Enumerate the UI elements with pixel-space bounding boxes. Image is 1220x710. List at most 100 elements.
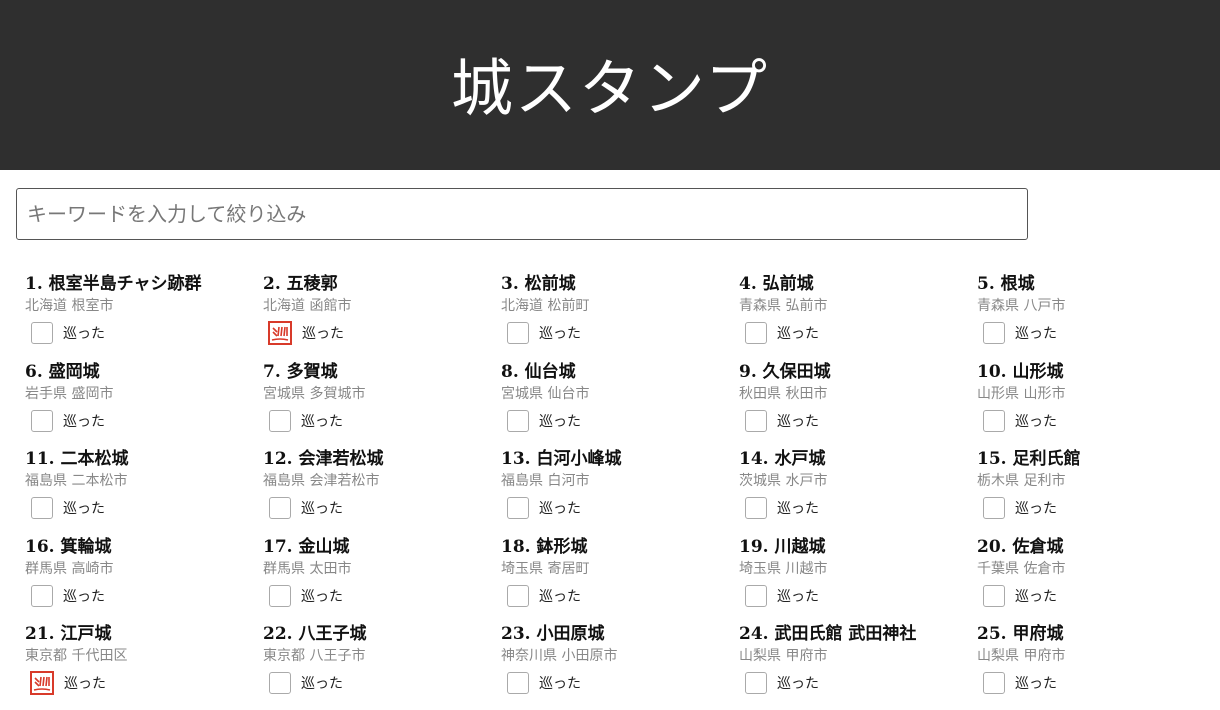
visited-checkbox[interactable] bbox=[983, 672, 1005, 694]
castle-number: 14. bbox=[739, 449, 769, 469]
visited-checkbox[interactable] bbox=[269, 672, 291, 694]
visited-toggle[interactable]: 巡った bbox=[25, 321, 263, 345]
visited-toggle[interactable]: 巡った bbox=[25, 409, 263, 433]
castle-name: 盛岡城 bbox=[48, 361, 100, 382]
visited-checkbox[interactable] bbox=[983, 584, 1005, 607]
castle-location: 福島県 白河市 bbox=[501, 473, 590, 489]
visited-toggle[interactable]: 巡った bbox=[501, 496, 739, 520]
castle-title: 7. 多賀城 bbox=[263, 360, 501, 384]
visited-toggle[interactable]: 巡った bbox=[263, 496, 501, 520]
castle-card: 2. 五稜郭 北海道 函館市 巡った bbox=[263, 272, 501, 360]
castle-number: 17. bbox=[263, 536, 293, 557]
visited-toggle[interactable]: 巡った bbox=[739, 584, 977, 608]
castle-location: 東京都 千代田区 bbox=[25, 648, 128, 664]
visited-checkbox[interactable] bbox=[269, 497, 291, 519]
visited-checkbox[interactable] bbox=[507, 322, 529, 344]
visited-label: 巡った bbox=[301, 588, 343, 605]
visited-checkbox[interactable] bbox=[269, 409, 291, 432]
visited-stamp-icon[interactable] bbox=[30, 671, 54, 695]
castle-number: 18. bbox=[501, 536, 531, 557]
visited-toggle[interactable]: 巡った bbox=[739, 496, 977, 520]
visited-toggle[interactable]: 巡った bbox=[501, 584, 739, 608]
castle-location: 群馬県 高崎市 bbox=[25, 560, 114, 577]
visited-toggle[interactable]: 巡った bbox=[977, 321, 1215, 345]
visited-checkbox[interactable] bbox=[31, 409, 53, 432]
visited-checkbox[interactable] bbox=[31, 497, 53, 519]
castle-card: 22. 八王子城 東京都 八王子市 巡った bbox=[263, 622, 501, 710]
castle-location: 福島県 会津若松市 bbox=[263, 473, 380, 489]
castle-number: 25. bbox=[977, 624, 1007, 644]
visited-checkbox[interactable] bbox=[745, 322, 767, 344]
visited-checkbox[interactable] bbox=[983, 497, 1005, 519]
castle-title: 5. 根城 bbox=[977, 272, 1215, 296]
castle-location: 千葉県 佐倉市 bbox=[977, 560, 1066, 577]
castle-number: 5. bbox=[977, 274, 995, 294]
visited-toggle[interactable]: 巡った bbox=[739, 321, 977, 345]
castle-number: 12. bbox=[263, 449, 293, 469]
visited-checkbox[interactable] bbox=[31, 584, 53, 607]
castle-name: 佐倉城 bbox=[1012, 536, 1064, 557]
search-input[interactable] bbox=[16, 188, 1028, 240]
visited-label: 巡った bbox=[539, 413, 581, 430]
castle-card: 1. 根室半島チャシ跡群 北海道 根室市 巡った bbox=[25, 272, 263, 360]
visited-checkbox[interactable] bbox=[983, 322, 1005, 344]
visited-toggle[interactable]: 巡った bbox=[25, 496, 263, 520]
visited-toggle[interactable]: 巡った bbox=[263, 321, 501, 345]
visited-checkbox[interactable] bbox=[745, 409, 767, 432]
visited-toggle[interactable]: 巡った bbox=[977, 671, 1215, 695]
castle-number: 8. bbox=[501, 361, 519, 382]
visited-toggle[interactable]: 巡った bbox=[977, 584, 1215, 608]
visited-checkbox[interactable] bbox=[745, 497, 767, 519]
visited-checkbox[interactable] bbox=[31, 322, 53, 344]
visited-checkbox[interactable] bbox=[507, 584, 529, 607]
visited-label: 巡った bbox=[302, 326, 344, 342]
castle-name: 川越城 bbox=[774, 536, 826, 557]
castle-name: 水戸城 bbox=[774, 449, 826, 469]
visited-checkbox[interactable] bbox=[507, 409, 529, 432]
visited-toggle[interactable]: 巡った bbox=[263, 671, 501, 695]
visited-toggle[interactable]: 巡った bbox=[263, 409, 501, 433]
castle-number: 9. bbox=[739, 361, 757, 382]
castle-card: 24. 武田氏館 武田神社 山梨県 甲府市 巡った bbox=[739, 622, 977, 710]
castle-title: 23. 小田原城 bbox=[501, 622, 739, 646]
visited-toggle[interactable]: 巡った bbox=[501, 321, 739, 345]
castle-name: 山形城 bbox=[1012, 361, 1064, 382]
castle-name: 武田氏館 武田神社 bbox=[774, 624, 917, 644]
visited-checkbox[interactable] bbox=[745, 672, 767, 694]
castle-name: 小田原城 bbox=[536, 624, 605, 644]
visited-stamp-icon[interactable] bbox=[268, 321, 292, 345]
visited-checkbox[interactable] bbox=[745, 584, 767, 607]
castle-title: 2. 五稜郭 bbox=[263, 272, 501, 296]
visited-toggle[interactable]: 巡った bbox=[25, 584, 263, 608]
visited-toggle[interactable]: 巡った bbox=[501, 409, 739, 433]
visited-checkbox[interactable] bbox=[269, 584, 291, 607]
visited-toggle[interactable]: 巡った bbox=[739, 671, 977, 695]
visited-checkbox[interactable] bbox=[507, 672, 529, 694]
castle-location: 山形県 山形市 bbox=[977, 385, 1066, 402]
castle-card: 4. 弘前城 青森県 弘前市 巡った bbox=[739, 272, 977, 360]
castle-card: 12. 会津若松城福島県 会津若松市巡った bbox=[263, 447, 501, 535]
visited-checkbox[interactable] bbox=[507, 497, 529, 519]
castle-title: 12. 会津若松城 bbox=[263, 447, 501, 471]
visited-checkbox[interactable] bbox=[983, 409, 1005, 432]
visited-toggle[interactable]: 巡った bbox=[977, 409, 1215, 433]
castle-number: 11. bbox=[25, 449, 55, 469]
castle-number: 24. bbox=[739, 624, 769, 644]
castle-title: 17. 金山城 bbox=[263, 535, 501, 559]
visited-label: 巡った bbox=[64, 676, 106, 692]
castle-title: 10. 山形城 bbox=[977, 360, 1215, 384]
visited-toggle[interactable]: 巡った bbox=[977, 496, 1215, 520]
visited-label: 巡った bbox=[1015, 676, 1057, 692]
visited-toggle[interactable]: 巡った bbox=[25, 671, 263, 695]
castle-title: 14. 水戸城 bbox=[739, 447, 977, 471]
visited-toggle[interactable]: 巡った bbox=[739, 409, 977, 433]
castle-title: 13. 白河小峰城 bbox=[501, 447, 739, 471]
castle-card: 9. 久保田城 秋田県 秋田市 巡った bbox=[739, 360, 977, 448]
castle-card: 25. 甲府城 山梨県 甲府市 巡った bbox=[977, 622, 1215, 710]
castle-name: 会津若松城 bbox=[298, 449, 384, 469]
visited-toggle[interactable]: 巡った bbox=[501, 671, 739, 695]
castle-location: 青森県 弘前市 bbox=[739, 298, 828, 314]
castle-card: 19. 川越城 埼玉県 川越市 巡った bbox=[739, 535, 977, 623]
visited-toggle[interactable]: 巡った bbox=[263, 584, 501, 608]
castle-title: 9. 久保田城 bbox=[739, 360, 977, 384]
